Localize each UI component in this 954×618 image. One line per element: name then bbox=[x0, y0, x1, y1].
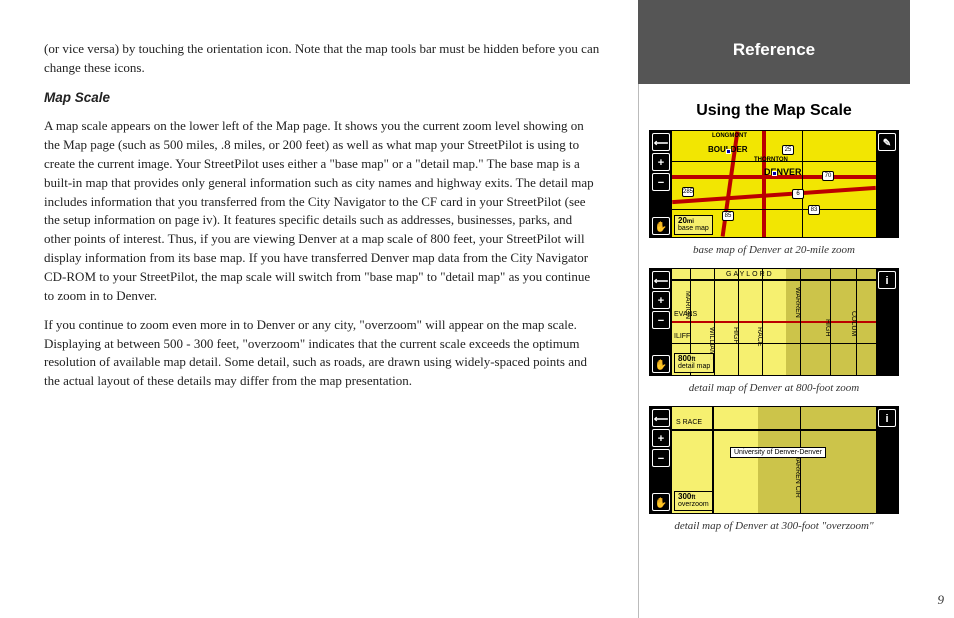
map-tools-right bbox=[876, 269, 898, 375]
back-icon[interactable] bbox=[652, 271, 670, 289]
subheading-map-scale: Map Scale bbox=[44, 88, 600, 108]
city-denver: DENVER bbox=[764, 167, 802, 177]
figure-detailmap-800ft: GAYLORD MARION WILLIAMS HIGH RACE WARREN… bbox=[649, 268, 899, 376]
pan-hand-icon[interactable] bbox=[652, 217, 670, 235]
zoom-out-icon[interactable] bbox=[652, 311, 670, 329]
map-tools-left bbox=[650, 407, 672, 513]
map-tools-right bbox=[876, 407, 898, 513]
page-number: 9 bbox=[938, 592, 945, 608]
paragraph-2: If you continue to zoom even more in to … bbox=[44, 316, 600, 391]
main-text-column: (or vice versa) by touching the orientat… bbox=[0, 0, 620, 618]
city-thornton: THORNTON bbox=[754, 157, 788, 163]
scale-indicator: 800ft detail map bbox=[674, 353, 714, 373]
scale-indicator: 20mi base map bbox=[674, 215, 713, 235]
sidebar-section-title: Using the Map Scale bbox=[639, 102, 909, 120]
info-icon[interactable] bbox=[878, 409, 896, 427]
map-tools-left bbox=[650, 269, 672, 375]
map-tools-left bbox=[650, 131, 672, 237]
zoom-out-icon[interactable] bbox=[652, 449, 670, 467]
city-longmont: LONGMONT bbox=[712, 133, 747, 139]
figure1-caption: base map of Denver at 20-mile zoom bbox=[649, 244, 899, 256]
zoom-out-icon[interactable] bbox=[652, 173, 670, 191]
sidebar-column: Reference Using the Map Scale LONGMONT B… bbox=[638, 0, 928, 618]
zoom-in-icon[interactable] bbox=[652, 429, 670, 447]
map-canvas: GAYLORD MARION WILLIAMS HIGH RACE WARREN… bbox=[672, 269, 876, 375]
zoom-in-icon[interactable] bbox=[652, 153, 670, 171]
back-icon[interactable] bbox=[652, 133, 670, 151]
scale-indicator: 300ft overzoom bbox=[674, 491, 713, 511]
map-tools-right bbox=[876, 131, 898, 237]
figure-basemap-20mi: LONGMONT BOULDER THORNTON DENVER 285 70 … bbox=[649, 130, 899, 238]
info-icon[interactable] bbox=[878, 271, 896, 289]
figure3-caption: detail map of Denver at 300-foot "overzo… bbox=[649, 520, 899, 532]
back-icon[interactable] bbox=[652, 409, 670, 427]
map-canvas: LONGMONT BOULDER THORNTON DENVER 285 70 … bbox=[672, 131, 876, 237]
pencil-icon[interactable] bbox=[878, 133, 896, 151]
figure-overzoom-300ft: S RACE WARREN CIR University of Denver-D… bbox=[649, 406, 899, 514]
figure2-caption: detail map of Denver at 800-foot zoom bbox=[649, 382, 899, 394]
pan-hand-icon[interactable] bbox=[652, 355, 670, 373]
pan-hand-icon[interactable] bbox=[652, 493, 670, 511]
intro-continued: (or vice versa) by touching the orientat… bbox=[44, 40, 600, 78]
reference-header: Reference bbox=[638, 0, 910, 84]
map-canvas: S RACE WARREN CIR University of Denver-D… bbox=[672, 407, 876, 513]
zoom-in-icon[interactable] bbox=[652, 291, 670, 309]
paragraph-1: A map scale appears on the lower left of… bbox=[44, 117, 600, 305]
poi-university: University of Denver-Denver bbox=[730, 447, 826, 458]
